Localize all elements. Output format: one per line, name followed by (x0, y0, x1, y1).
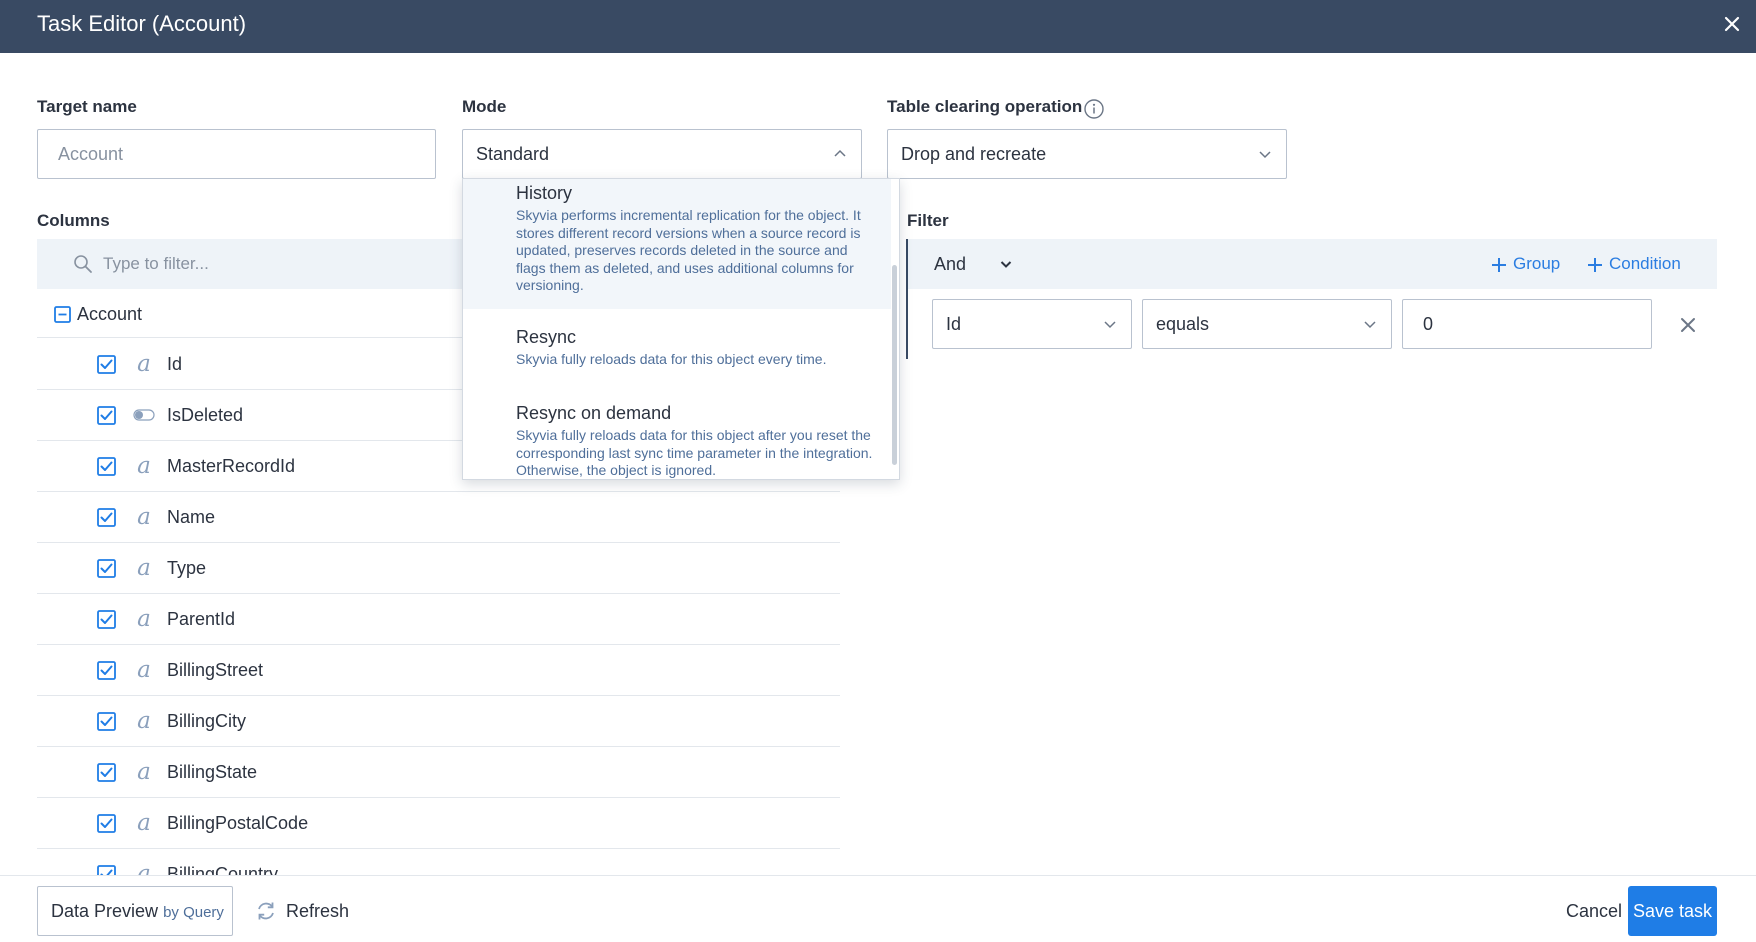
column-name: BillingCountry (167, 864, 279, 875)
checkbox-checked-icon[interactable] (97, 406, 116, 425)
window-title: Task Editor (Account) (37, 11, 247, 36)
mode-option-title: History (516, 183, 573, 203)
mode-label: Mode (462, 97, 507, 116)
mode-dropdown: History Skyvia performs incremental repl… (462, 178, 900, 480)
column-row[interactable]: a BillingCountry (37, 849, 840, 875)
column-name: BillingStreet (167, 660, 264, 680)
column-row[interactable]: a ParentId (37, 594, 840, 645)
condition-field-select[interactable]: Id (932, 299, 1132, 349)
column-name: BillingCity (167, 711, 247, 731)
search-icon (74, 255, 92, 273)
string-type-icon: a (137, 606, 151, 632)
plus-icon (1492, 258, 1506, 272)
mode-option-resync-on-demand[interactable]: Resync on demand Skyvia fully reloads da… (463, 402, 891, 479)
clearing-select[interactable]: Drop and recreate (887, 129, 1287, 179)
string-type-icon: a (137, 708, 151, 734)
string-type-icon: a (137, 453, 151, 479)
column-row[interactable]: a Type (37, 543, 840, 594)
target-name-input[interactable] (37, 129, 436, 179)
data-preview-label: Data Preview (51, 901, 159, 921)
refresh-label: Refresh (286, 901, 350, 921)
string-type-icon: a (137, 504, 151, 530)
mode-option-description: Skyvia fully reloads data for this objec… (516, 427, 873, 478)
data-preview-button[interactable]: Data Preview by Query (37, 886, 233, 936)
data-preview-sublabel: by Query (163, 904, 224, 921)
string-type-icon: a (137, 861, 151, 875)
checkbox-checked-icon[interactable] (97, 457, 116, 476)
checkbox-checked-icon[interactable] (97, 661, 116, 680)
target-name-label: Target name (37, 97, 137, 116)
column-row[interactable]: a BillingStreet (37, 645, 840, 696)
column-name: BillingState (167, 762, 258, 782)
mode-option-title: Resync (516, 327, 577, 347)
column-name: Name (167, 507, 216, 527)
column-name: Type (167, 558, 207, 578)
string-type-icon: a (137, 351, 151, 377)
condition-value-input[interactable] (1402, 299, 1652, 349)
clearing-selected-value: Drop and recreate (901, 144, 1047, 164)
checkbox-checked-icon[interactable] (97, 814, 116, 833)
checkbox-checked-icon[interactable] (97, 610, 116, 629)
column-row[interactable]: a BillingPostalCode (37, 798, 840, 849)
string-type-icon: a (137, 555, 151, 581)
window-header: Task Editor (Account) (0, 0, 1756, 53)
dropdown-scrollbar[interactable] (892, 265, 897, 465)
column-name: BillingPostalCode (167, 813, 309, 833)
add-group-button[interactable]: Group (1491, 239, 1591, 289)
column-group-name: Account (77, 304, 143, 324)
chevron-down-icon (1104, 321, 1116, 329)
column-name: ParentId (167, 609, 236, 629)
toggle-type-icon (133, 400, 155, 430)
column-row[interactable]: a Name (37, 492, 840, 543)
column-name: Id (167, 354, 183, 374)
remove-condition-icon[interactable] (1679, 316, 1697, 334)
checkbox-checked-icon[interactable] (97, 559, 116, 578)
condition-comparison-value: equals (1156, 314, 1210, 334)
mode-option-description: Skyvia performs incremental replication … (516, 207, 861, 293)
add-condition-button[interactable]: Condition (1587, 239, 1697, 289)
add-group-label: Group (1513, 254, 1561, 273)
string-type-icon: a (137, 810, 151, 836)
condition-field-value: Id (946, 314, 962, 334)
add-condition-label: Condition (1609, 254, 1681, 273)
column-name: MasterRecordId (167, 456, 296, 476)
chevron-down-icon (1259, 151, 1271, 159)
plus-icon (1588, 258, 1602, 272)
clearing-label: Table clearing operation (887, 97, 1083, 116)
close-icon[interactable] (1720, 12, 1744, 36)
checkbox-checked-icon[interactable] (97, 865, 116, 875)
checkbox-checked-icon[interactable] (97, 712, 116, 731)
collapse-icon[interactable] (54, 306, 71, 323)
checkbox-checked-icon[interactable] (97, 355, 116, 374)
mode-selected-value: Standard (476, 144, 550, 164)
cancel-button[interactable]: Cancel (1566, 886, 1622, 936)
chevron-down-icon[interactable] (999, 257, 1013, 271)
columns-label: Columns (37, 211, 110, 230)
mode-option-history[interactable]: History Skyvia performs incremental repl… (463, 179, 891, 309)
chevron-up-icon (834, 149, 846, 157)
checkbox-checked-icon[interactable] (97, 763, 116, 782)
filter-group-line (906, 239, 908, 359)
info-icon[interactable] (1083, 98, 1105, 120)
column-row[interactable]: a BillingCity (37, 696, 840, 747)
column-row[interactable]: a BillingState (37, 747, 840, 798)
mode-option-title: Resync on demand (516, 403, 672, 423)
string-type-icon: a (137, 657, 151, 683)
refresh-icon (258, 902, 274, 920)
mode-option-description: Skyvia fully reloads data for this objec… (516, 351, 827, 367)
mode-option-resync[interactable]: Resync Skyvia fully reloads data for thi… (463, 326, 891, 386)
column-name: IsDeleted (167, 405, 244, 425)
checkbox-checked-icon[interactable] (97, 508, 116, 527)
save-task-button[interactable]: Save task (1628, 886, 1717, 936)
condition-comparison-select[interactable]: equals (1142, 299, 1392, 349)
string-type-icon: a (137, 759, 151, 785)
mode-select[interactable]: Standard (462, 129, 862, 179)
filter-label: Filter (907, 211, 949, 230)
chevron-down-icon (1364, 321, 1376, 329)
filter-operator-select[interactable]: And (934, 239, 966, 289)
